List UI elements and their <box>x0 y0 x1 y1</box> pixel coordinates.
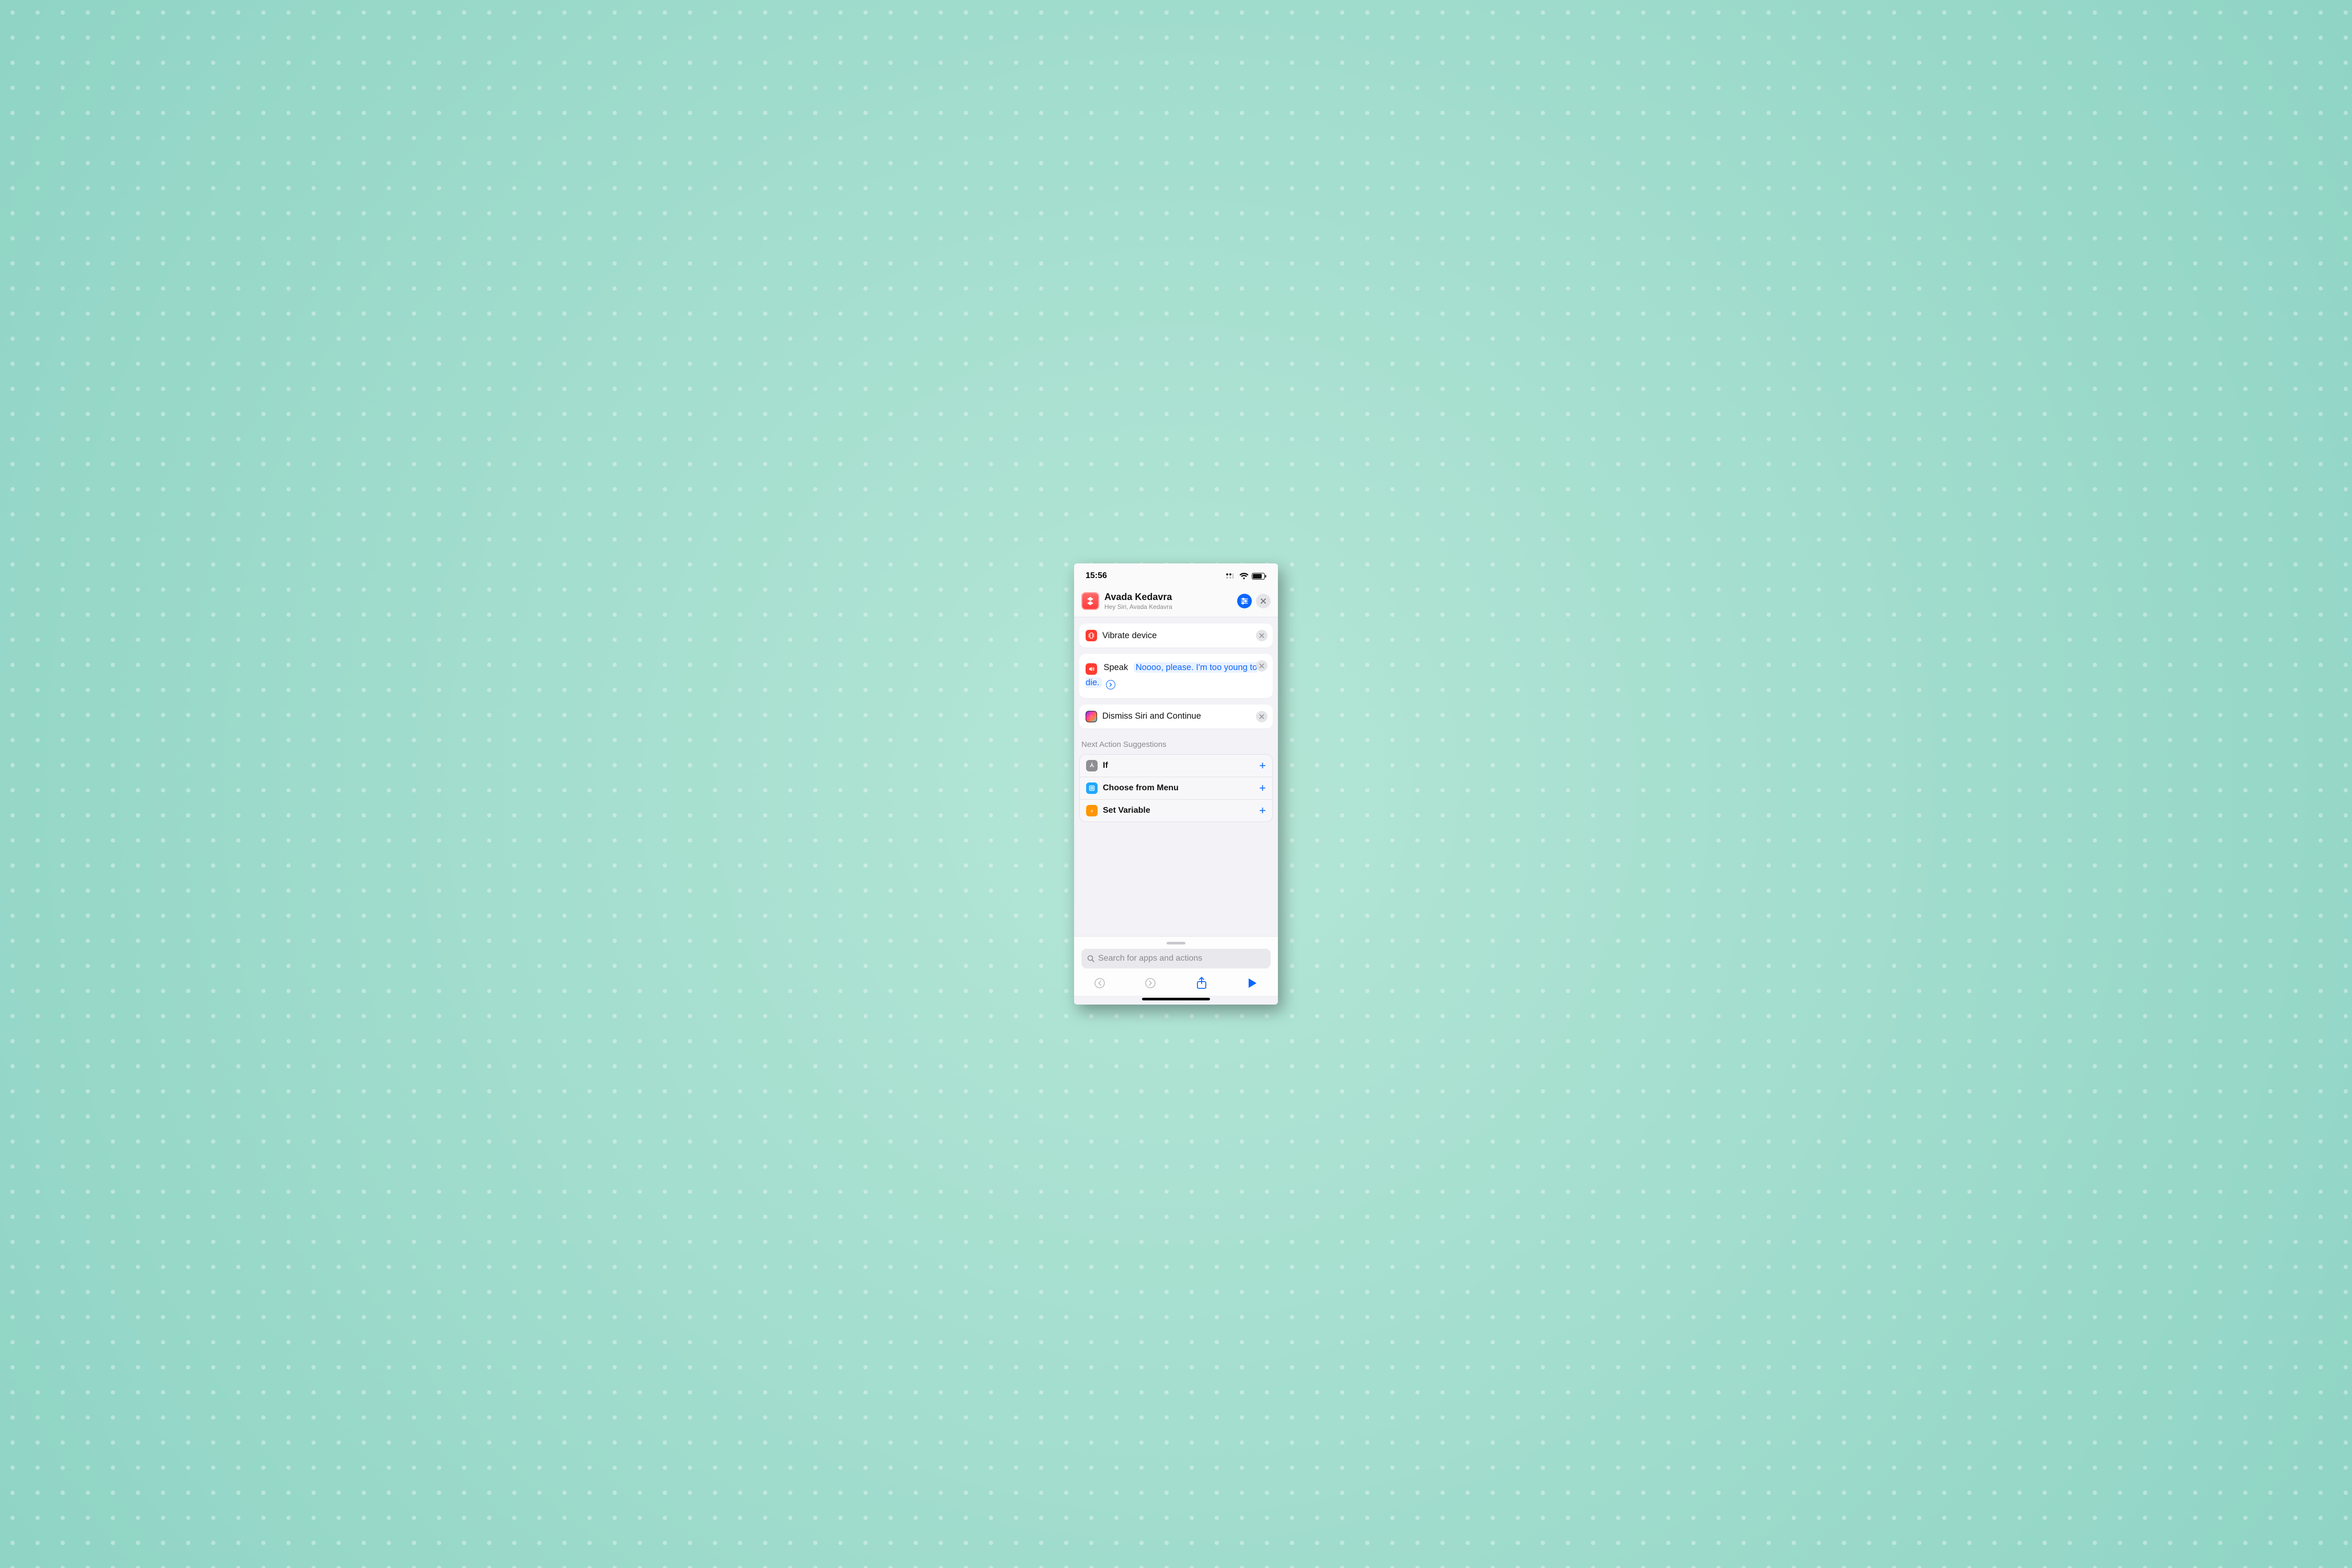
bottom-sheet[interactable] <box>1074 936 1278 971</box>
status-time: 15:56 <box>1086 571 1107 581</box>
share-button[interactable] <box>1191 976 1212 990</box>
suggestion-choose-menu[interactable]: Choose from Menu + <box>1080 777 1272 800</box>
add-suggestion-button[interactable]: + <box>1259 760 1266 771</box>
search-icon <box>1087 954 1095 963</box>
chevron-right-icon[interactable] <box>1106 680 1115 689</box>
close-icon <box>1259 663 1264 668</box>
action-label: Vibrate device <box>1102 631 1157 641</box>
add-suggestion-button[interactable]: + <box>1259 805 1266 816</box>
action-dismiss-siri[interactable]: Dismiss Siri and Continue <box>1079 705 1273 729</box>
redo-button[interactable] <box>1140 977 1161 989</box>
action-label: Dismiss Siri and Continue <box>1102 711 1201 721</box>
wifi-icon <box>1239 573 1249 580</box>
remove-action-button[interactable] <box>1256 711 1267 722</box>
variable-icon: x <box>1086 805 1098 816</box>
shortcut-app-icon <box>1081 592 1099 610</box>
action-vibrate[interactable]: Vibrate device <box>1079 624 1273 648</box>
close-icon <box>1259 633 1264 638</box>
suggestions-list: If + Choose from Menu + x Set Variable + <box>1079 754 1273 822</box>
speaker-icon <box>1086 663 1097 675</box>
suggestion-label: Choose from Menu <box>1103 783 1254 793</box>
action-label: Speak <box>1103 663 1128 672</box>
add-suggestion-button[interactable]: + <box>1259 782 1266 794</box>
suggestions-header: Next Action Suggestions <box>1081 740 1271 749</box>
suggestion-if[interactable]: If + <box>1080 755 1272 777</box>
shortcut-title: Avada Kedavra <box>1104 592 1232 603</box>
shortcut-subtitle: Hey Siri, Avada Kedavra <box>1104 603 1232 610</box>
shortcut-header: Avada Kedavra Hey Siri, Avada Kedavra <box>1074 589 1278 617</box>
play-icon <box>1247 977 1258 989</box>
suggestion-label: Set Variable <box>1103 806 1254 815</box>
siri-icon <box>1086 711 1097 722</box>
search-field[interactable] <box>1081 949 1271 969</box>
undo-button[interactable] <box>1089 977 1110 989</box>
content-area[interactable]: Vibrate device Speak Noooo, please. I'm … <box>1074 617 1278 936</box>
status-right <box>1226 573 1266 580</box>
suggestion-label: If <box>1103 761 1254 770</box>
svg-text:x: x <box>1090 808 1093 813</box>
close-icon <box>1260 598 1266 604</box>
close-button[interactable] <box>1256 594 1271 608</box>
battery-icon <box>1252 573 1266 580</box>
status-bar: 15:56 <box>1074 563 1278 589</box>
vibrate-icon <box>1086 630 1097 641</box>
header-text: Avada Kedavra Hey Siri, Avada Kedavra <box>1104 592 1232 610</box>
close-icon <box>1259 714 1264 719</box>
play-button[interactable] <box>1242 977 1263 989</box>
toolbar <box>1074 971 1278 996</box>
undo-icon <box>1093 977 1106 989</box>
remove-action-button[interactable] <box>1256 630 1267 641</box>
phone-frame: 15:56 Avada Kedavra Hey Siri, Avada Keda… <box>1074 563 1278 1005</box>
share-icon <box>1196 976 1207 990</box>
sliders-icon <box>1240 597 1249 605</box>
suggestion-set-variable[interactable]: x Set Variable + <box>1080 800 1272 822</box>
redo-icon <box>1144 977 1157 989</box>
home-indicator[interactable] <box>1142 998 1210 1000</box>
branch-icon <box>1086 760 1098 771</box>
search-input[interactable] <box>1098 954 1265 963</box>
remove-action-button[interactable] <box>1256 660 1267 672</box>
action-speak[interactable]: Speak Noooo, please. I'm too young to di… <box>1079 654 1273 698</box>
menu-icon <box>1086 782 1098 794</box>
sheet-grabber[interactable] <box>1167 942 1185 944</box>
settings-button[interactable] <box>1237 594 1252 608</box>
signal-dots-icon <box>1226 573 1236 579</box>
